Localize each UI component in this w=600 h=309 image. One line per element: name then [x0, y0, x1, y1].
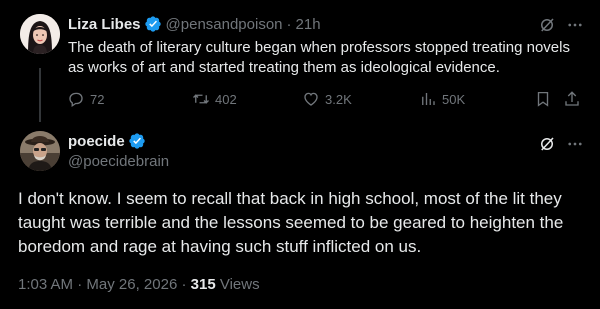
share-button[interactable]: [563, 90, 586, 108]
grok-icon[interactable]: [538, 16, 556, 34]
views-button[interactable]: 50K: [419, 90, 465, 108]
like-button[interactable]: 3.2K: [302, 90, 352, 108]
parent-tweet[interactable]: Liza Libes @pensandpoison · 21h The deat…: [0, 0, 600, 122]
avatar[interactable]: [20, 14, 60, 54]
verified-icon: [144, 16, 161, 32]
reply-icon: [69, 92, 83, 108]
more-icon[interactable]: [566, 135, 584, 153]
author-handle[interactable]: @pensandpoison: [166, 16, 283, 33]
views-icon: [422, 93, 435, 105]
tweet-text: The death of literary culture began when…: [68, 39, 570, 76]
author-name[interactable]: Liza Libes: [68, 16, 141, 33]
timestamp[interactable]: 21h: [296, 16, 321, 33]
reply-button[interactable]: 72: [67, 90, 104, 108]
retweet-button[interactable]: 402: [192, 90, 237, 108]
avatar[interactable]: [20, 131, 60, 171]
bookmark-button[interactable]: [534, 90, 557, 108]
separator: ·: [77, 276, 83, 293]
author-name[interactable]: poecide: [68, 133, 125, 150]
like-count: 3.2K: [325, 91, 352, 107]
verified-icon: [129, 133, 145, 149]
retweet-count: 402: [215, 91, 237, 107]
like-icon: [304, 92, 318, 106]
bookmark-icon: [537, 91, 549, 107]
timestamp[interactable]: 1:03 AM: [18, 276, 73, 293]
action-bar: 72 402 3.2K 50K: [60, 90, 590, 110]
tweet-header: Liza Libes @pensandpoison · 21h: [68, 15, 321, 33]
views-label: Views: [219, 276, 260, 293]
separator: ·: [181, 276, 187, 293]
views-count: 315: [190, 276, 216, 293]
date[interactable]: May 26, 2026: [86, 276, 177, 293]
share-icon: [565, 91, 579, 106]
more-icon[interactable]: [566, 16, 584, 34]
tweet-meta: 1:03 AM · May 26, 2026 · 315 Views: [18, 276, 260, 293]
retweet-icon: [193, 94, 209, 104]
reply-author-row: poecide: [68, 132, 146, 150]
grok-icon[interactable]: [538, 135, 556, 153]
views-count: 50K: [442, 91, 466, 107]
reply-count: 72: [90, 91, 105, 107]
author-handle[interactable]: @poecidebrain: [68, 153, 169, 170]
separator: ·: [286, 15, 292, 33]
tweet-text: I don't know. I seem to recall that back…: [18, 189, 564, 256]
